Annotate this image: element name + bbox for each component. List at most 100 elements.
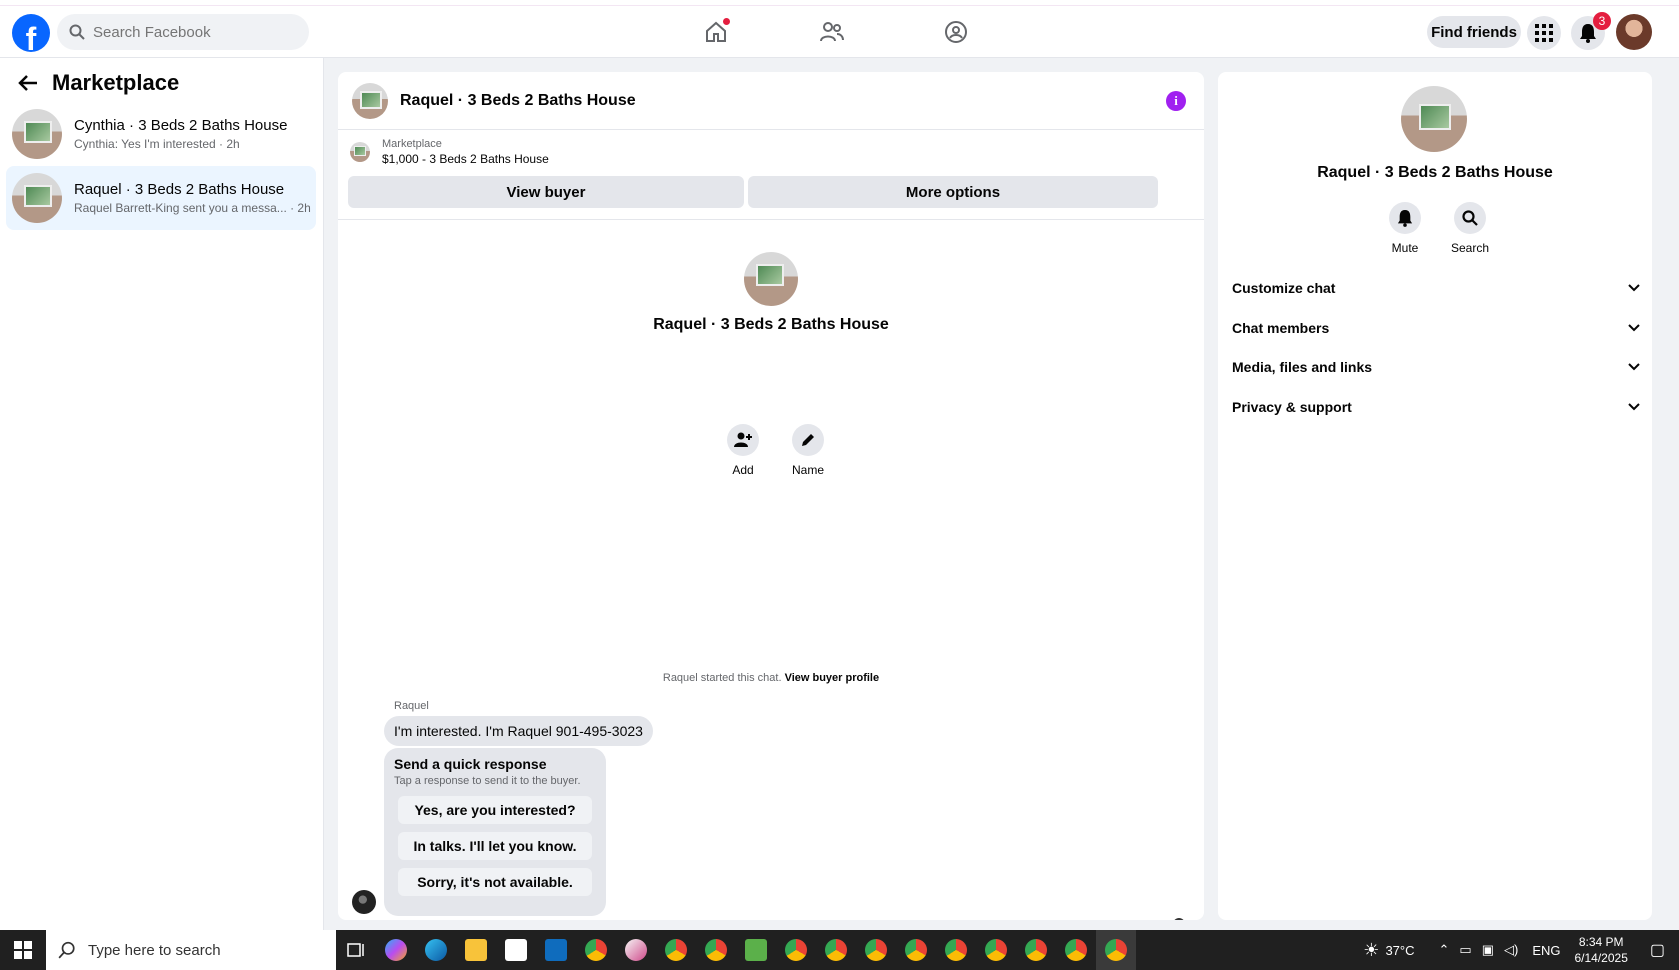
quick-response-button[interactable]: Yes, are you interested?: [398, 796, 592, 824]
taskbar-app[interactable]: [776, 930, 816, 970]
taskbar-app[interactable]: [856, 930, 896, 970]
find-friends-button[interactable]: Find friends: [1427, 16, 1521, 48]
search-action[interactable]: Search: [1440, 202, 1500, 255]
add-label: Add: [732, 463, 754, 477]
battery-icon[interactable]: ▭: [1459, 942, 1471, 958]
conversation-item[interactable]: Cynthia · 3 Beds 2 Baths House Cynthia: …: [6, 102, 316, 166]
details-thumbnail: [1401, 86, 1467, 152]
start-button[interactable]: [0, 930, 46, 970]
nav-friends[interactable]: [816, 16, 848, 48]
search-input[interactable]: [93, 23, 293, 41]
network-icon[interactable]: ▣: [1482, 942, 1494, 958]
facebook-logo[interactable]: f: [12, 14, 50, 52]
section-label: Chat members: [1232, 320, 1330, 336]
taskbar-app[interactable]: [376, 930, 416, 970]
copilot-icon: [385, 939, 407, 961]
notifications-button[interactable]: 3: [1571, 12, 1611, 50]
back-arrow-icon[interactable]: [18, 74, 38, 92]
taskbar-app[interactable]: [496, 930, 536, 970]
chat-thumbnail[interactable]: [352, 82, 388, 119]
add-action[interactable]: Add: [718, 424, 768, 477]
chat-details-panel: Raquel · 3 Beds 2 Baths House Mute Searc…: [1218, 72, 1652, 920]
view-buyer-button[interactable]: View buyer: [348, 176, 744, 208]
view-buyer-profile-link[interactable]: View buyer profile: [785, 672, 880, 684]
notification-badge: 3: [1593, 12, 1611, 30]
quick-response-button[interactable]: Sorry, it's not available.: [398, 868, 592, 896]
conversation-item-active[interactable]: Raquel · 3 Beds 2 Baths House Raquel Bar…: [6, 166, 316, 230]
section-label: Media, files and links: [1232, 359, 1373, 375]
taskbar-app[interactable]: [816, 930, 856, 970]
message-text: I'm interested. I'm Raquel 901-495-3023: [394, 723, 643, 739]
store-icon: [505, 939, 527, 961]
customize-chat-section[interactable]: Customize chat: [1230, 268, 1640, 308]
page-scrollbar[interactable]: [1666, 58, 1679, 930]
quick-response-button[interactable]: In talks. I'll let you know.: [398, 832, 592, 860]
taskbar-app[interactable]: [896, 930, 936, 970]
chrome-icon: [665, 939, 687, 961]
chrome-icon: [785, 939, 807, 961]
taskbar-app[interactable]: [976, 930, 1016, 970]
clock-date: 6/14/2025: [1574, 951, 1628, 965]
taskbar-app[interactable]: [456, 930, 496, 970]
taskbar-app[interactable]: [536, 930, 576, 970]
listing-price[interactable]: $1,000 - 3 Beds 2 Baths House: [382, 152, 549, 166]
outlook-icon: [545, 939, 567, 961]
chat-members-section[interactable]: Chat members: [1230, 308, 1640, 348]
taskbar-app[interactable]: [656, 930, 696, 970]
privacy-support-section[interactable]: Privacy & support: [1230, 387, 1640, 427]
info-icon[interactable]: i: [1166, 91, 1186, 111]
taskbar-app[interactable]: [696, 930, 736, 970]
sender-name: Raquel: [394, 700, 429, 712]
taskbar-app[interactable]: [936, 930, 976, 970]
search-bar[interactable]: [57, 14, 309, 50]
chevron-down-icon: [1628, 403, 1640, 411]
chevron-down-icon: [1628, 363, 1640, 371]
listing-actions: View buyer More options: [348, 176, 1158, 208]
media-files-links-section[interactable]: Media, files and links: [1230, 347, 1640, 387]
taskbar-app[interactable]: [416, 930, 456, 970]
weather-temp[interactable]: 37°C: [1385, 943, 1414, 958]
profile-avatar[interactable]: [1616, 14, 1652, 50]
paint-icon: [625, 939, 647, 961]
taskbar-app[interactable]: [1016, 930, 1056, 970]
language-indicator[interactable]: ENG: [1532, 943, 1560, 958]
taskbar-app[interactable]: [736, 930, 776, 970]
volume-icon[interactable]: ◁): [1504, 942, 1518, 958]
home-notification-dot: [723, 18, 730, 25]
section-label: Privacy & support: [1232, 399, 1352, 415]
taskbar-search[interactable]: Type here to search: [46, 930, 336, 970]
search-icon: [1462, 210, 1478, 226]
chat-profile: Raquel · 3 Beds 2 Baths House: [338, 252, 1204, 334]
nav-groups[interactable]: [940, 16, 972, 48]
name-action[interactable]: Name: [783, 424, 833, 477]
chevron-down-icon: [1628, 324, 1640, 332]
chat-title[interactable]: Raquel · 3 Beds 2 Baths House: [400, 92, 636, 110]
chat-header: Raquel · 3 Beds 2 Baths House i: [338, 72, 1204, 130]
spreadsheet-icon: [745, 939, 767, 961]
started-text: Raquel started this chat.: [662, 672, 782, 684]
clock[interactable]: 8:34 PM 6/14/2025: [1574, 934, 1627, 966]
taskbar-app[interactable]: [616, 930, 656, 970]
taskbar-app-active[interactable]: [1096, 930, 1136, 970]
taskbar-app[interactable]: [1056, 930, 1096, 970]
task-view-button[interactable]: [336, 930, 376, 970]
message-bubble[interactable]: I'm interested. I'm Raquel 901-495-3023: [384, 716, 653, 746]
chrome-icon: [945, 939, 967, 961]
edge-icon: [425, 939, 447, 961]
taskbar-app[interactable]: [576, 930, 616, 970]
taskbar-search-placeholder: Type here to search: [88, 941, 221, 959]
nav-home[interactable]: [700, 16, 732, 48]
top-navigation-bar: f Find friends 3: [0, 6, 1679, 58]
chrome-icon: [1025, 939, 1047, 961]
more-options-button[interactable]: More options: [748, 176, 1158, 208]
conversation-preview: Cynthia: Yes I'm interested · 2h: [74, 137, 240, 151]
grid-menu-icon: [1535, 24, 1553, 42]
mute-action[interactable]: Mute: [1375, 202, 1435, 255]
chevron-up-icon[interactable]: ⌃: [1438, 942, 1449, 958]
menu-button[interactable]: [1527, 16, 1561, 50]
weather-icon[interactable]: ☀: [1363, 940, 1379, 961]
listing-small-thumbnail[interactable]: [350, 142, 370, 162]
quick-response-subtitle: Tap a response to send it to the buyer.: [394, 775, 581, 787]
notification-center-icon[interactable]: ▢: [1650, 940, 1665, 960]
chat-profile-name: Raquel · 3 Beds 2 Baths House: [653, 316, 889, 333]
